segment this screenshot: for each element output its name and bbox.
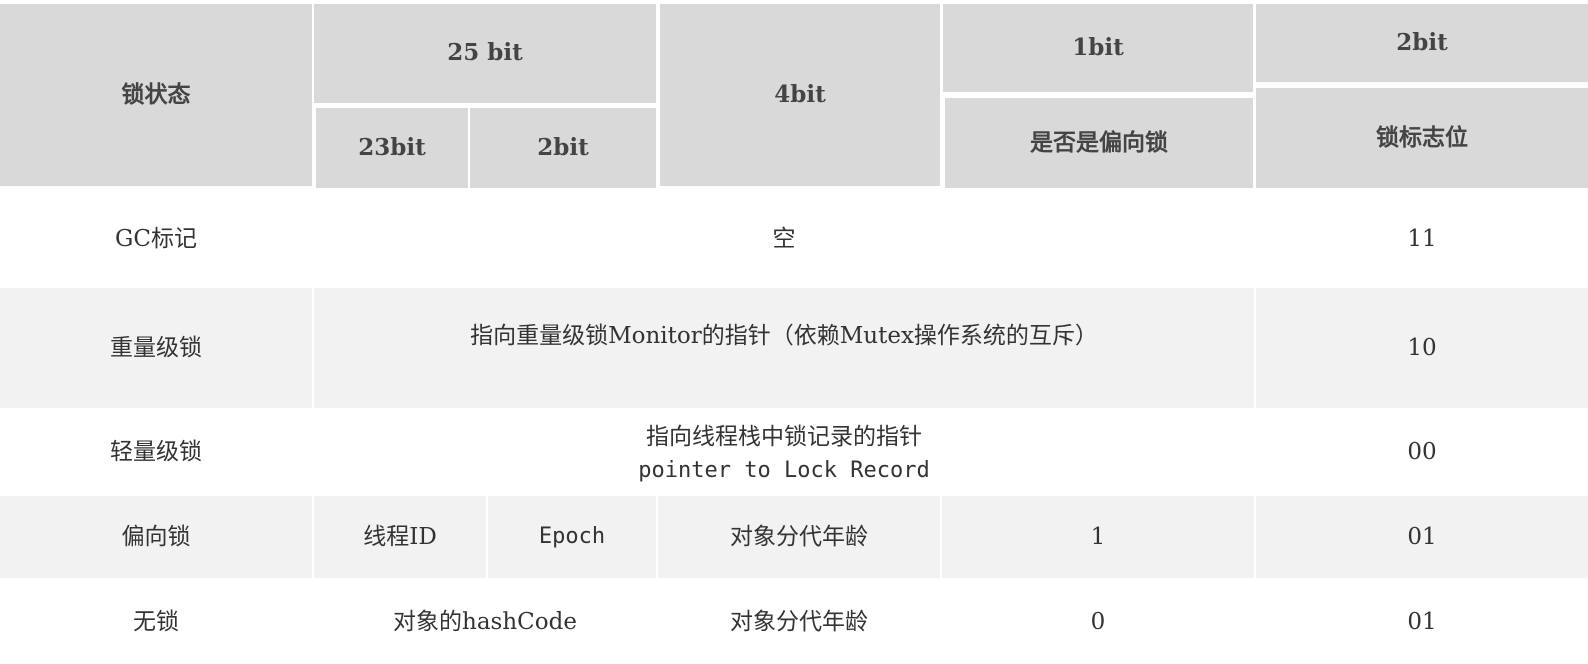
row-biased-thread-id: 线程ID	[314, 496, 486, 578]
header-lock-state: 锁状态	[0, 4, 312, 186]
mark-word-table: 锁状态 25 bit 23bit 2bit 4bit 1bit 是否是偏向锁 2…	[0, 0, 1588, 664]
row-biased-age: 对象分代年龄	[658, 496, 940, 578]
header-2bit-sub: 2bit	[470, 108, 656, 188]
row-lightweight-flag: 00	[1407, 438, 1437, 465]
row-unlocked-bit: 0	[1090, 608, 1106, 635]
row-lightweight-content-cn: 指向线程栈中锁记录的指针	[646, 424, 922, 451]
row-biased-epoch: Epoch	[488, 496, 656, 578]
row-gc-state: GC标记	[115, 225, 197, 252]
header-biased-flag: 是否是偏向锁	[945, 98, 1253, 188]
row-lightweight-state: 轻量级锁	[110, 438, 202, 465]
row-heavyweight-state: 重量级锁	[0, 288, 312, 408]
row-biased-state: 偏向锁	[0, 496, 312, 578]
header-25bit: 25 bit	[314, 4, 656, 103]
row-unlocked-age: 对象分代年龄	[730, 608, 868, 635]
row-unlocked-flag: 01	[1407, 608, 1437, 635]
row-unlocked-hashcode: 对象的hashCode	[393, 608, 577, 635]
header-23bit: 23bit	[316, 108, 468, 188]
row-lightweight-content-en: pointer to Lock Record	[638, 457, 930, 483]
row-biased-flag: 01	[1256, 496, 1588, 578]
header-1bit: 1bit	[943, 4, 1253, 92]
header-2bit: 2bit	[1256, 4, 1588, 82]
row-gc-content: 空	[772, 225, 796, 252]
row-gc-flag: 11	[1407, 225, 1437, 252]
row-heavyweight-flag: 10	[1256, 288, 1588, 408]
row-heavyweight-content: 指向重量级锁Monitor的指针（依赖Mutex操作系统的互斥）	[314, 288, 1254, 408]
row-lightweight-content: 指向线程栈中锁记录的指针 pointer to Lock Record	[314, 408, 1254, 496]
header-4bit: 4bit	[660, 4, 940, 186]
row-biased-bit: 1	[942, 496, 1254, 578]
row-unlocked-state: 无锁	[133, 608, 179, 635]
header-lock-flag: 锁标志位	[1256, 88, 1588, 188]
